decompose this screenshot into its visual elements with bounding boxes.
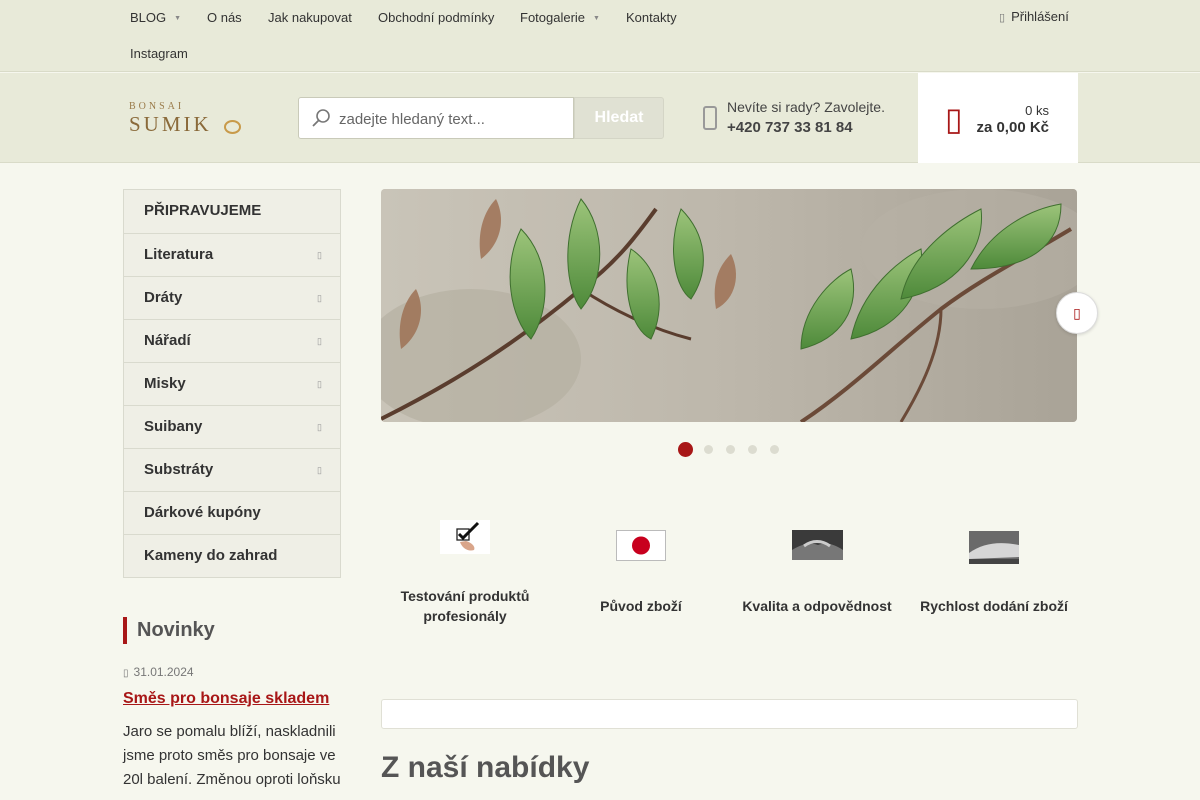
- slider-dot-2[interactable]: [704, 445, 713, 454]
- category-item-darkove-kupony[interactable]: Dárkové kupóny: [124, 491, 340, 534]
- news-date: ▯ 31.01.2024: [123, 665, 194, 679]
- category-label: Substráty: [144, 461, 214, 478]
- category-label: Dráty: [144, 289, 183, 306]
- cart-widget[interactable]: ▯ 0 ks za 0,00 Kč: [918, 73, 1078, 163]
- category-item-substraty[interactable]: Substráty ▯: [124, 448, 340, 491]
- offer-heading: Z naší nabídky: [381, 751, 590, 784]
- cart-count: 0 ks: [1025, 103, 1049, 118]
- news-excerpt: Jaro se pomalu blíží, naskladnili jsme p…: [123, 723, 341, 788]
- nav-item-label: Fotogalerie: [520, 10, 586, 25]
- nav-item-blog[interactable]: BLOG ▼: [130, 10, 181, 25]
- nav-item-label: Jak nakupovat: [268, 10, 352, 25]
- category-item-draty[interactable]: Dráty ▯: [124, 276, 340, 319]
- category-label: Suibany: [144, 418, 203, 435]
- chevron-down-icon: ▼: [593, 15, 600, 22]
- nav-item-obchodni-podminky[interactable]: Obchodní podmínky: [378, 10, 494, 25]
- logo-small-text: BONSAI: [129, 101, 185, 112]
- site-header: BONSAI SUMIK Hledat Nevíte si rady? Zavo…: [0, 73, 1200, 163]
- nav-item-label: Kontakty: [626, 10, 677, 25]
- logo-ring-icon: [224, 120, 241, 134]
- phone-number[interactable]: +420 737 33 81 84: [727, 119, 853, 136]
- mobile-phone-icon: [703, 106, 717, 130]
- feature-label: Rychlost dodání zboží: [920, 598, 1068, 614]
- chevron-right-icon: ▯: [317, 336, 322, 346]
- search-icon: [312, 109, 330, 127]
- chevron-right-icon: ▯: [317, 293, 322, 303]
- login-label: Přihlášení: [1011, 9, 1069, 24]
- top-navigation: BLOG ▼ O nás Jak nakupovat Obchodní podmí…: [0, 0, 1200, 72]
- content-box: [381, 699, 1078, 729]
- phone-prompt: Nevíte si rady? Zavolejte.: [727, 99, 885, 115]
- category-item-literatura[interactable]: Literatura ▯: [124, 233, 340, 276]
- search-button[interactable]: Hledat: [574, 97, 664, 139]
- search-input[interactable]: [339, 108, 564, 130]
- nav-item-o-nas[interactable]: O nás: [207, 10, 242, 25]
- category-item-suibany[interactable]: Suibany ▯: [124, 405, 340, 448]
- chevron-right-icon: ▯: [317, 250, 322, 260]
- nav-item-label: Obchodní podmínky: [378, 10, 495, 25]
- login-link[interactable]: ▯ Přihlášení: [999, 9, 1069, 24]
- nav-item-fotogalerie[interactable]: Fotogalerie ▼: [520, 10, 600, 25]
- category-label: Literatura: [144, 246, 214, 263]
- cart-icon: ▯: [945, 101, 963, 137]
- chevron-down-icon: ▼: [174, 15, 182, 22]
- feature-label: Kvalita a odpovědnost: [742, 598, 892, 614]
- feature-label: Původ zboží: [600, 598, 682, 614]
- news-date-text: 31.01.2024: [133, 665, 194, 679]
- logo-big-text: SUMIK: [129, 112, 212, 136]
- category-label: Nářadí: [144, 332, 191, 349]
- slider-dot-3[interactable]: [726, 445, 735, 454]
- category-item-naradi[interactable]: Nářadí ▯: [124, 319, 340, 362]
- slider-dot-1[interactable]: [678, 442, 693, 457]
- category-label: Kameny do zahrad: [144, 547, 278, 564]
- chevron-right-icon: ▯: [317, 465, 322, 475]
- hero-slider[interactable]: [381, 189, 1077, 422]
- chevron-right-icon: ▯: [1073, 305, 1081, 321]
- nav-item-label: Instagram: [130, 46, 188, 61]
- logo[interactable]: BONSAI SUMIK: [129, 101, 244, 137]
- news-heading: Novinky: [123, 617, 215, 644]
- slider-dot-4[interactable]: [748, 445, 757, 454]
- nav-item-jak-nakupovat[interactable]: Jak nakupovat: [268, 10, 352, 25]
- chevron-right-icon: ▯: [317, 379, 322, 389]
- handshake-icon: [792, 530, 843, 560]
- category-label: Dárkové kupóny: [144, 504, 261, 521]
- news-headline-link[interactable]: Směs pro bonsaje skladem: [123, 690, 329, 708]
- cart-price: za 0,00 Kč: [976, 119, 1049, 136]
- category-item-misky[interactable]: Misky ▯: [124, 362, 340, 405]
- checkmark-hand-icon: [440, 520, 490, 554]
- nav-item-label: BLOG: [130, 10, 167, 25]
- slider-dot-5[interactable]: [770, 445, 779, 454]
- nav-item-kontakty[interactable]: Kontakty: [626, 10, 677, 25]
- search-box: [298, 97, 574, 139]
- category-label: PŘIPRAVUJEME: [144, 202, 262, 219]
- bullet-train-icon: [969, 531, 1019, 564]
- category-item-pripravujeme[interactable]: PŘIPRAVUJEME: [124, 190, 340, 233]
- category-menu: PŘIPRAVUJEME Literatura ▯ Dráty ▯ Nářadí ▯ …: [123, 189, 341, 578]
- slider-next-button[interactable]: ▯: [1056, 292, 1098, 334]
- calendar-icon: ▯: [123, 668, 129, 679]
- user-icon: ▯: [999, 12, 1006, 24]
- chevron-right-icon: ▯: [317, 422, 322, 432]
- category-item-kameny-do-zahrad[interactable]: Kameny do zahrad: [124, 534, 340, 577]
- hero-image-beech-buds: [381, 189, 1077, 422]
- feature-label: Testování produktů profesionály: [400, 588, 530, 624]
- japan-flag-icon: [616, 530, 666, 561]
- nav-item-instagram[interactable]: Instagram: [130, 46, 188, 61]
- nav-item-label: O nás: [207, 10, 242, 25]
- category-label: Misky: [144, 375, 186, 392]
